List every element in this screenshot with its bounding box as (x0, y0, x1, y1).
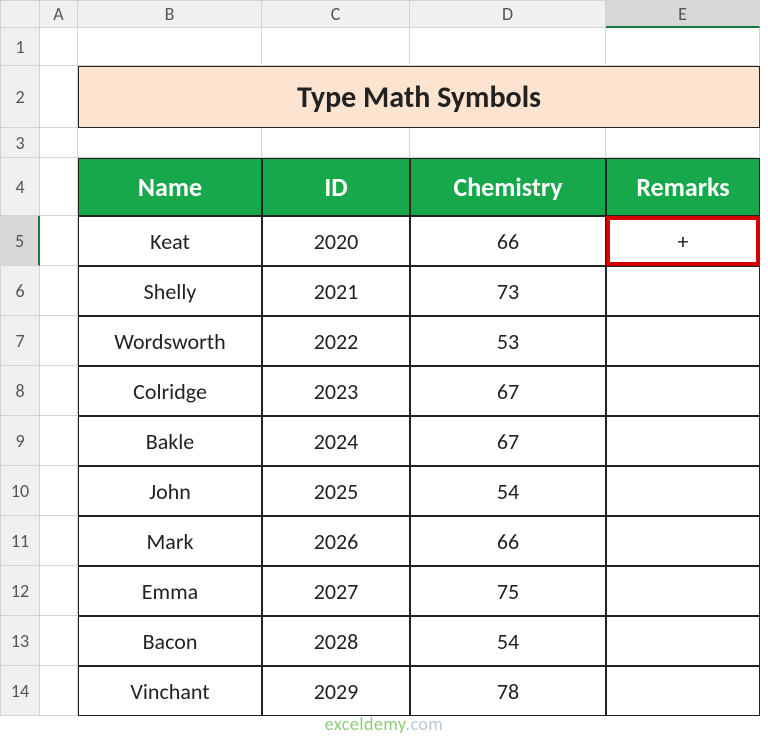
col-header-A[interactable]: A (40, 0, 78, 28)
cell-A9[interactable] (40, 416, 78, 466)
title-cell[interactable]: Type Math Symbols (78, 66, 760, 128)
cell-E5[interactable]: + (606, 216, 760, 266)
cell-E9[interactable] (606, 416, 760, 466)
row-header-6[interactable]: 6 (0, 266, 40, 316)
column-header-row: A B C D E (0, 0, 768, 28)
cell-D6[interactable]: 73 (410, 266, 606, 316)
cell-D7[interactable]: 53 (410, 316, 606, 366)
row-header-13[interactable]: 13 (0, 616, 40, 666)
cell-C7[interactable]: 2022 (262, 316, 410, 366)
cell-B1[interactable] (78, 28, 262, 66)
cell-B7[interactable]: Wordsworth (78, 316, 262, 366)
cell-E10[interactable] (606, 466, 760, 516)
cell-B11[interactable]: Mark (78, 516, 262, 566)
cell-A1[interactable] (40, 28, 78, 66)
cell-D14[interactable]: 78 (410, 666, 606, 716)
col-header-B[interactable]: B (78, 0, 262, 28)
cell-B8[interactable]: Colridge (78, 366, 262, 416)
cell-B14[interactable]: Vinchant (78, 666, 262, 716)
col-header-D[interactable]: D (410, 0, 606, 28)
cell-C3[interactable] (262, 128, 410, 158)
cell-D12[interactable]: 75 (410, 566, 606, 616)
select-all-corner[interactable] (0, 0, 40, 28)
cell-B3[interactable] (78, 128, 262, 158)
table-header-name[interactable]: Name (78, 158, 262, 216)
cell-A10[interactable] (40, 466, 78, 516)
cell-A7[interactable] (40, 316, 78, 366)
cell-D8[interactable]: 67 (410, 366, 606, 416)
cell-E8[interactable] (606, 366, 760, 416)
cell-A11[interactable] (40, 516, 78, 566)
cell-A5[interactable] (40, 216, 78, 266)
cell-C10[interactable]: 2025 (262, 466, 410, 516)
row-header-4[interactable]: 4 (0, 158, 40, 216)
cell-E11[interactable] (606, 516, 760, 566)
cell-C6[interactable]: 2021 (262, 266, 410, 316)
row-header-9[interactable]: 9 (0, 416, 40, 466)
row-header-14[interactable]: 14 (0, 666, 40, 716)
watermark-brand: exceldemy (325, 713, 406, 735)
cell-B12[interactable]: Emma (78, 566, 262, 616)
row-header-10[interactable]: 10 (0, 466, 40, 516)
table-header-id[interactable]: ID (262, 158, 410, 216)
cell-E1[interactable] (606, 28, 760, 66)
col-header-E[interactable]: E (606, 0, 760, 28)
row-header-7[interactable]: 7 (0, 316, 40, 366)
cell-C1[interactable] (262, 28, 410, 66)
cell-D13[interactable]: 54 (410, 616, 606, 666)
cell-D9[interactable]: 67 (410, 416, 606, 466)
cell-C5[interactable]: 2020 (262, 216, 410, 266)
cell-A3[interactable] (40, 128, 78, 158)
table-header-chemistry[interactable]: Chemistry (410, 158, 606, 216)
row-header-5[interactable]: 5 (0, 216, 40, 266)
row-header-2[interactable]: 2 (0, 66, 40, 128)
cell-C12[interactable]: 2027 (262, 566, 410, 616)
row-header-1[interactable]: 1 (0, 28, 40, 66)
cell-A14[interactable] (40, 666, 78, 716)
cell-B5[interactable]: Keat (78, 216, 262, 266)
cell-D1[interactable] (410, 28, 606, 66)
cell-E6[interactable] (606, 266, 760, 316)
cell-A2[interactable] (40, 66, 78, 128)
table-header-remarks[interactable]: Remarks (606, 158, 760, 216)
cell-E3[interactable] (606, 128, 760, 158)
cell-C11[interactable]: 2026 (262, 516, 410, 566)
cell-C13[interactable]: 2028 (262, 616, 410, 666)
watermark-suffix: .com (405, 713, 443, 735)
cell-A4[interactable] (40, 158, 78, 216)
watermark: exceldemy.com (325, 713, 444, 735)
cell-E12[interactable] (606, 566, 760, 616)
row-header-8[interactable]: 8 (0, 366, 40, 416)
row-header-12[interactable]: 12 (0, 566, 40, 616)
col-header-C[interactable]: C (262, 0, 410, 28)
spreadsheet-grid: A B C D E 1 2 Type Math Symbols 3 4 Name… (0, 0, 768, 716)
row-header-3[interactable]: 3 (0, 128, 40, 158)
cell-C8[interactable]: 2023 (262, 366, 410, 416)
cell-A6[interactable] (40, 266, 78, 316)
cell-C14[interactable]: 2029 (262, 666, 410, 716)
row-header-11[interactable]: 11 (0, 516, 40, 566)
cell-B10[interactable]: John (78, 466, 262, 516)
cell-A8[interactable] (40, 366, 78, 416)
cell-D11[interactable]: 66 (410, 516, 606, 566)
cell-B6[interactable]: Shelly (78, 266, 262, 316)
cell-E14[interactable] (606, 666, 760, 716)
cell-B13[interactable]: Bacon (78, 616, 262, 666)
cell-E13[interactable] (606, 616, 760, 666)
cell-D3[interactable] (410, 128, 606, 158)
cell-E7[interactable] (606, 316, 760, 366)
cell-C9[interactable]: 2024 (262, 416, 410, 466)
cell-D10[interactable]: 54 (410, 466, 606, 516)
cell-B9[interactable]: Bakle (78, 416, 262, 466)
cell-A12[interactable] (40, 566, 78, 616)
cell-D5[interactable]: 66 (410, 216, 606, 266)
cell-A13[interactable] (40, 616, 78, 666)
